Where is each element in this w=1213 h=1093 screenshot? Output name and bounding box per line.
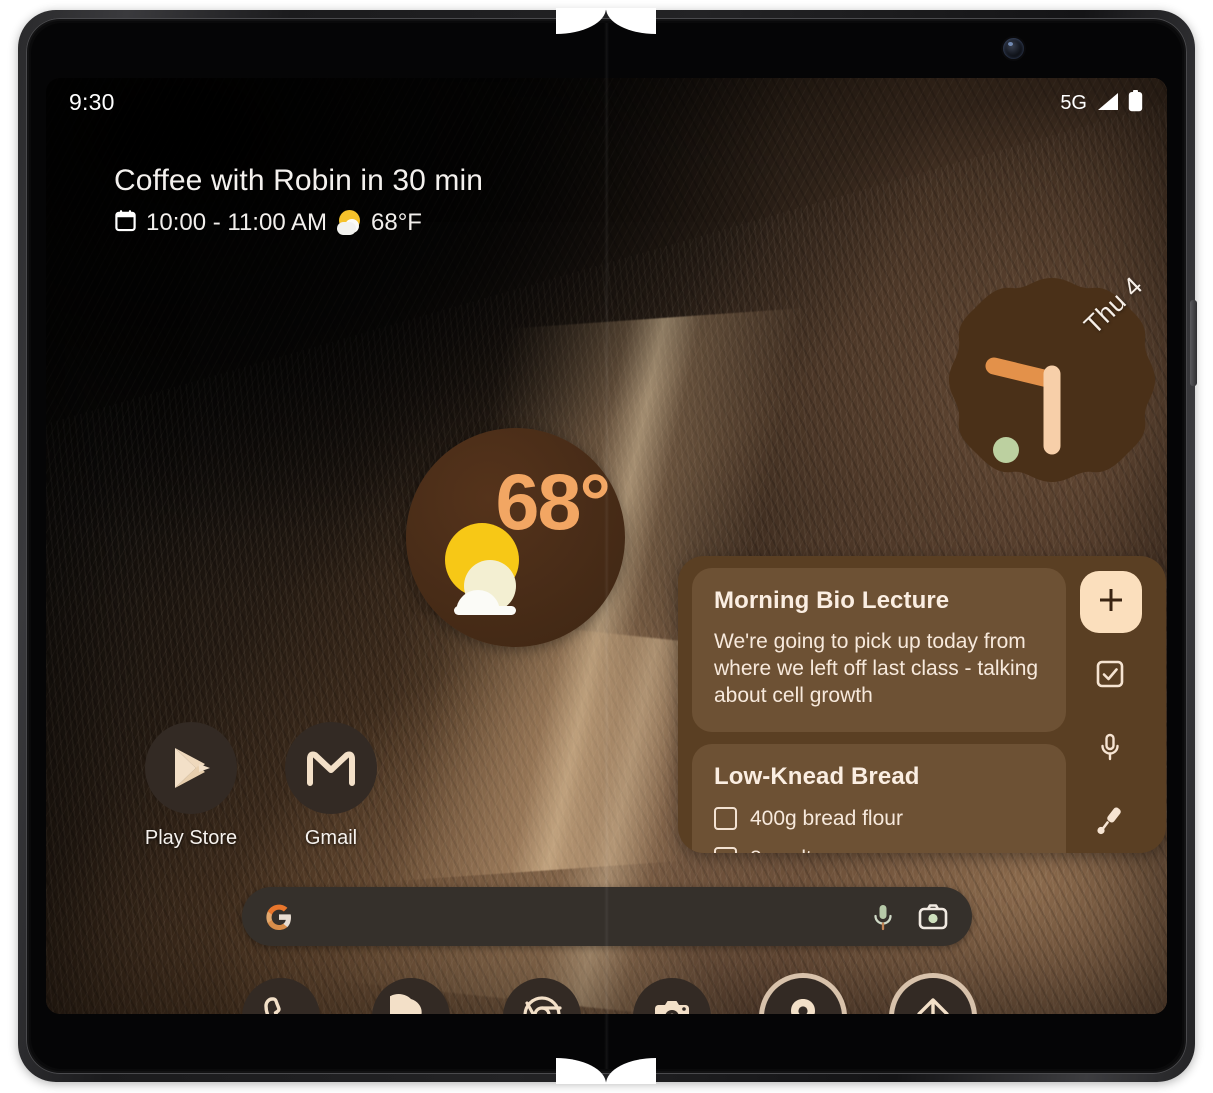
app-play-store[interactable]: Play Store [141, 722, 241, 850]
battery-full-icon [1128, 90, 1143, 117]
note-checklist-item[interactable]: 400g bread flour [714, 807, 1044, 831]
status-icons: 5G [1060, 90, 1143, 117]
brush-icon [1094, 804, 1126, 841]
dock-item-camera[interactable] [633, 978, 712, 1014]
google-lens-camera-icon[interactable] [918, 902, 948, 932]
notes-action-rail [1066, 556, 1166, 853]
status-clock: 9:30 [69, 89, 115, 115]
phone-screen: 9:30 5G Coffee with Robin in 30 min 10:0… [46, 78, 1167, 1014]
front-camera-punch-hole [1003, 38, 1024, 59]
voice-note-button[interactable] [1092, 731, 1128, 767]
microphone-icon[interactable] [868, 902, 898, 932]
screenshot-stage: 9:30 5G Coffee with Robin in 30 min 10:0… [0, 0, 1213, 1093]
checkbox-icon[interactable] [714, 807, 737, 831]
note-body: We're going to pick up today from where … [714, 630, 1039, 707]
note-checklist-item[interactable]: 8g salt [714, 847, 1044, 853]
dock-item-google-home[interactable] [893, 978, 972, 1014]
note-card[interactable]: Low-Knead Bread 400g bread flour 8g salt [692, 743, 1066, 853]
checkbox-icon[interactable] [714, 847, 737, 853]
dock [242, 978, 972, 1014]
home-app-row: Play Store Gmail [141, 722, 381, 850]
app-label: Gmail [304, 827, 358, 849]
notes-card-list: Morning Bio Lecture We're going to pick … [692, 568, 1066, 853]
at-a-glance-widget[interactable]: Coffee with Robin in 30 min 10:00 - 11:0… [114, 164, 483, 237]
dock-item-messages[interactable] [372, 978, 451, 1014]
clock-widget[interactable]: Thu 4 [946, 270, 1158, 486]
status-bar: 9:30 5G [46, 78, 1167, 130]
note-title: Morning Bio Lecture [714, 587, 950, 614]
maps-pin-icon [783, 995, 823, 1014]
camera-icon [651, 994, 693, 1014]
calendar-icon [114, 209, 137, 237]
checkbox-icon [1095, 659, 1125, 694]
app-gmail[interactable]: Gmail [281, 722, 381, 850]
network-type-label: 5G [1060, 92, 1087, 114]
new-list-button[interactable] [1092, 658, 1128, 694]
note-checklist-label: 400g bread flour [750, 806, 903, 830]
add-note-button[interactable] [1080, 571, 1142, 633]
power-button[interactable] [1190, 300, 1197, 386]
play-store-icon [145, 722, 237, 814]
drawing-button[interactable] [1092, 804, 1128, 840]
note-checklist-label: 8g salt [750, 847, 812, 853]
at-a-glance-temperature: 68°F [371, 209, 422, 236]
sun-behind-cloud-icon [336, 210, 362, 236]
signal-bars-icon [1096, 92, 1119, 116]
dock-item-phone[interactable] [242, 978, 320, 1014]
app-label: Play Store [144, 827, 238, 849]
phone-icon [260, 994, 302, 1014]
notes-widget[interactable]: Morning Bio Lecture We're going to pick … [678, 556, 1166, 853]
at-a-glance-title: Coffee with Robin in 30 min [114, 164, 484, 197]
dock-item-chrome[interactable] [502, 978, 581, 1014]
google-g-icon [264, 902, 294, 932]
note-title: Low-Knead Bread [714, 762, 920, 790]
search-bar-actions [868, 902, 948, 932]
home-icon [912, 994, 954, 1014]
plus-icon [1096, 585, 1126, 620]
at-a-glance-time-range: 10:00 - 11:00 AM [146, 209, 328, 236]
google-search-bar[interactable] [242, 887, 972, 946]
weather-widget[interactable]: 68° [406, 428, 625, 647]
chrome-icon [521, 994, 563, 1014]
microphone-icon [1095, 732, 1125, 767]
gmail-icon [285, 722, 377, 814]
dock-item-maps[interactable] [763, 978, 842, 1014]
messages-icon [383, 993, 432, 1014]
at-a-glance-details: 10:00 - 11:00 AM 68°F [114, 209, 483, 237]
note-card[interactable]: Morning Bio Lecture We're going to pick … [692, 568, 1066, 732]
